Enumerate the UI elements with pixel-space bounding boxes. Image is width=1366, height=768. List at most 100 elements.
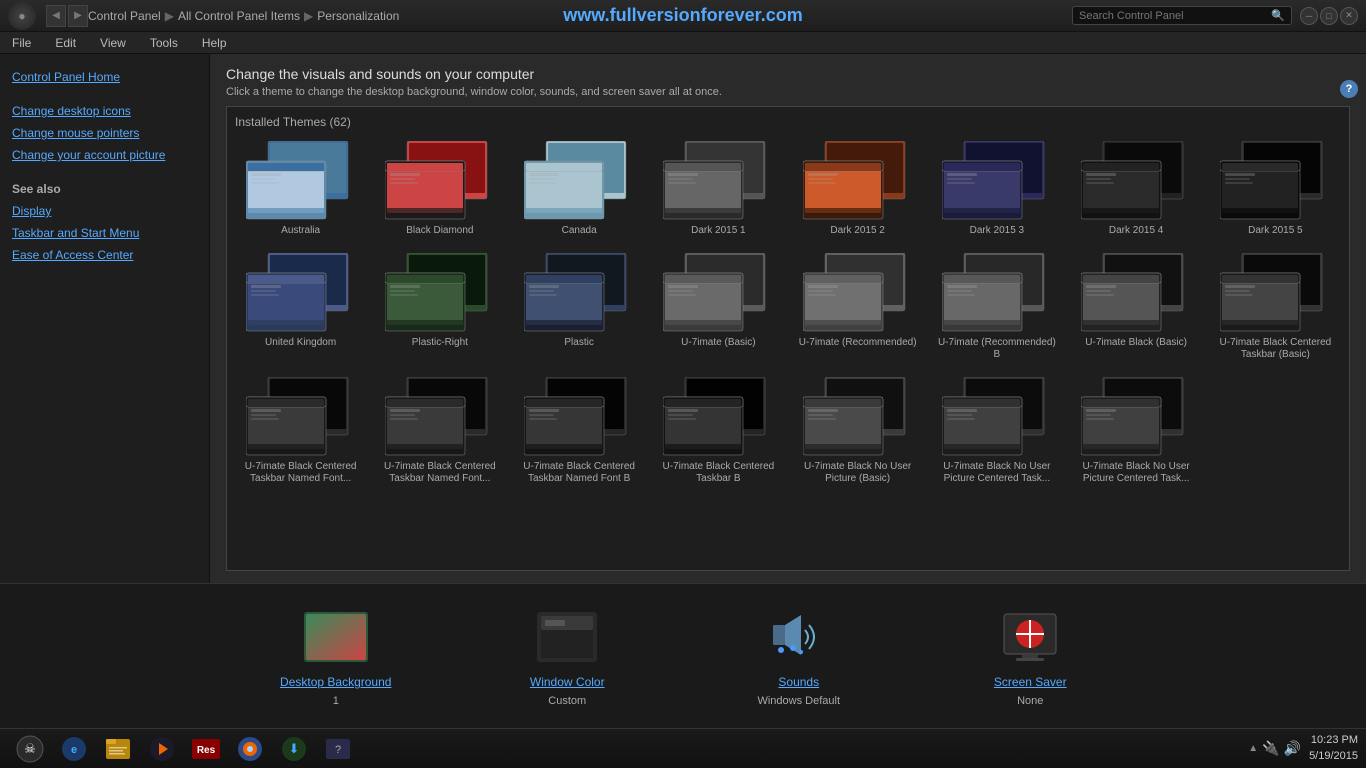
bottom-item-screensaver[interactable]: Screen Saver None xyxy=(915,592,1147,720)
theme-item[interactable]: U-7imate (Recommended) xyxy=(792,249,923,365)
sidebar-item-home[interactable]: Control Panel Home xyxy=(12,66,197,88)
sounds-label[interactable]: Sounds xyxy=(778,675,819,689)
close-button[interactable]: ✕ xyxy=(1340,7,1358,25)
tray-network[interactable]: 🔌 xyxy=(1262,740,1279,757)
content-area: Control Panel Home Change desktop icons … xyxy=(0,54,1366,583)
bottom-bar: Desktop Background 1 Window Color Custom xyxy=(0,583,1366,728)
theme-name: U-7imate Black No User Picture (Basic) xyxy=(796,461,919,485)
search-input[interactable] xyxy=(1079,10,1271,22)
theme-item[interactable]: Dark 2015 2 xyxy=(792,137,923,241)
taskbar-right: ▲ 🔌 🔊 10:23 PM 5/19/2015 xyxy=(1248,733,1358,764)
theme-item[interactable]: U-7imate Black No User Picture Centered … xyxy=(931,373,1062,489)
taskbar-res[interactable]: Res xyxy=(186,733,226,765)
taskbar-explorer[interactable] xyxy=(98,733,138,765)
window-controls: ─ □ ✕ xyxy=(1300,7,1358,25)
start-button[interactable]: ☠ xyxy=(10,733,50,765)
menu-view[interactable]: View xyxy=(96,34,130,52)
sidebar-item-account-picture[interactable]: Change your account picture xyxy=(12,144,197,166)
menubar: File Edit View Tools Help xyxy=(0,32,1366,54)
taskbar-ie[interactable]: e xyxy=(54,733,94,765)
theme-name: U-7imate Black Centered Taskbar Named Fo… xyxy=(239,461,362,485)
svg-text:Res: Res xyxy=(197,745,216,756)
theme-item[interactable]: U-7imate Black Centered Taskbar (Basic) xyxy=(1210,249,1341,365)
menu-edit[interactable]: Edit xyxy=(51,34,80,52)
app-logo: ● xyxy=(8,2,36,30)
breadcrumb-all[interactable]: All Control Panel Items xyxy=(178,9,300,23)
window-color-label[interactable]: Window Color xyxy=(530,675,605,689)
taskbar-torrent[interactable]: ⬇ xyxy=(274,733,314,765)
menu-tools[interactable]: Tools xyxy=(146,34,182,52)
minimize-button[interactable]: ─ xyxy=(1300,7,1318,25)
theme-item[interactable]: Dark 2015 4 xyxy=(1071,137,1202,241)
theme-thumbnail xyxy=(803,377,913,457)
theme-item[interactable]: Plastic-Right xyxy=(374,249,505,365)
sidebar-item-desktop-icons[interactable]: Change desktop icons xyxy=(12,100,197,122)
clock[interactable]: 10:23 PM 5/19/2015 xyxy=(1309,733,1358,764)
help-icon[interactable]: ? xyxy=(1340,80,1358,98)
tray-volume[interactable]: 🔊 xyxy=(1284,740,1301,757)
theme-item[interactable]: U-7imate Black (Basic) xyxy=(1071,249,1202,365)
theme-item[interactable]: U-7imate Black No User Picture (Basic) xyxy=(792,373,923,489)
taskbar-unknown[interactable]: ? xyxy=(318,733,358,765)
theme-item[interactable]: United Kingdom xyxy=(235,249,366,365)
search-box[interactable]: 🔍 xyxy=(1072,6,1292,25)
tray-arrow[interactable]: ▲ xyxy=(1248,743,1258,754)
bottom-item-background[interactable]: Desktop Background 1 xyxy=(220,592,452,720)
breadcrumb-panel[interactable]: Control Panel xyxy=(88,9,161,23)
sidebar-item-ease-access[interactable]: Ease of Access Center xyxy=(12,244,197,266)
theme-item[interactable]: Dark 2015 1 xyxy=(653,137,784,241)
theme-name: U-7imate (Recommended) xyxy=(799,337,917,349)
theme-item[interactable]: U-7imate (Recommended) B xyxy=(931,249,1062,365)
back-button[interactable]: ◀ xyxy=(46,5,66,27)
forward-button[interactable]: ▶ xyxy=(68,5,88,27)
search-icon[interactable]: 🔍 xyxy=(1271,9,1285,22)
bottom-item-window-color[interactable]: Window Color Custom xyxy=(452,592,684,720)
theme-thumbnail xyxy=(246,253,356,333)
screensaver-label[interactable]: Screen Saver xyxy=(994,675,1067,689)
theme-thumbnail xyxy=(663,141,773,221)
system-tray: ▲ 🔌 🔊 xyxy=(1248,740,1301,757)
theme-item[interactable]: Dark 2015 5 xyxy=(1210,137,1341,241)
theme-item[interactable]: U-7imate Black Centered Taskbar Named Fo… xyxy=(235,373,366,489)
theme-name: U-7imate (Recommended) B xyxy=(935,337,1058,361)
theme-item[interactable]: Dark 2015 3 xyxy=(931,137,1062,241)
theme-item[interactable]: Australia xyxy=(235,137,366,241)
theme-item[interactable]: Plastic xyxy=(514,249,645,365)
taskbar-firefox[interactable] xyxy=(230,733,270,765)
theme-thumbnail xyxy=(803,253,913,333)
theme-thumbnail xyxy=(385,253,495,333)
theme-item[interactable]: Black Diamond xyxy=(374,137,505,241)
theme-name: Dark 2015 1 xyxy=(691,225,745,237)
background-label[interactable]: Desktop Background xyxy=(280,675,391,689)
theme-item[interactable]: U-7imate Black No User Picture Centered … xyxy=(1071,373,1202,489)
nav-arrows[interactable]: ◀ ▶ xyxy=(46,5,88,27)
theme-thumbnail xyxy=(1081,377,1191,457)
menu-help[interactable]: Help xyxy=(198,34,231,52)
themes-container[interactable]: Installed Themes (62) xyxy=(226,106,1350,571)
theme-thumbnail xyxy=(1220,253,1330,333)
theme-name: Dark 2015 5 xyxy=(1248,225,1302,237)
theme-item[interactable]: U-7imate (Basic) xyxy=(653,249,784,365)
theme-item[interactable]: U-7imate Black Centered Taskbar B xyxy=(653,373,784,489)
menu-file[interactable]: File xyxy=(8,34,35,52)
taskbar-media[interactable] xyxy=(142,733,182,765)
theme-name: United Kingdom xyxy=(265,337,336,349)
sidebar-item-mouse-pointers[interactable]: Change mouse pointers xyxy=(12,122,197,144)
theme-item[interactable]: Canada xyxy=(514,137,645,241)
sidebar-item-display[interactable]: Display xyxy=(12,200,197,222)
sidebar: Control Panel Home Change desktop icons … xyxy=(0,54,210,583)
theme-name: U-7imate Black Centered Taskbar Named Fo… xyxy=(518,461,641,485)
theme-item[interactable]: U-7imate Black Centered Taskbar Named Fo… xyxy=(374,373,505,489)
theme-thumbnail xyxy=(942,377,1052,457)
theme-thumbnail xyxy=(246,141,356,221)
theme-name: U-7imate Black Centered Taskbar B xyxy=(657,461,780,485)
svg-text:?: ? xyxy=(335,744,341,756)
maximize-button[interactable]: □ xyxy=(1320,7,1338,25)
theme-name: Australia xyxy=(281,225,320,237)
breadcrumb-current: Personalization xyxy=(317,9,399,23)
bottom-item-sounds[interactable]: Sounds Windows Default xyxy=(683,592,915,720)
theme-name: Dark 2015 2 xyxy=(830,225,884,237)
theme-thumbnail xyxy=(385,377,495,457)
sidebar-item-taskbar[interactable]: Taskbar and Start Menu xyxy=(12,222,197,244)
theme-item[interactable]: U-7imate Black Centered Taskbar Named Fo… xyxy=(514,373,645,489)
